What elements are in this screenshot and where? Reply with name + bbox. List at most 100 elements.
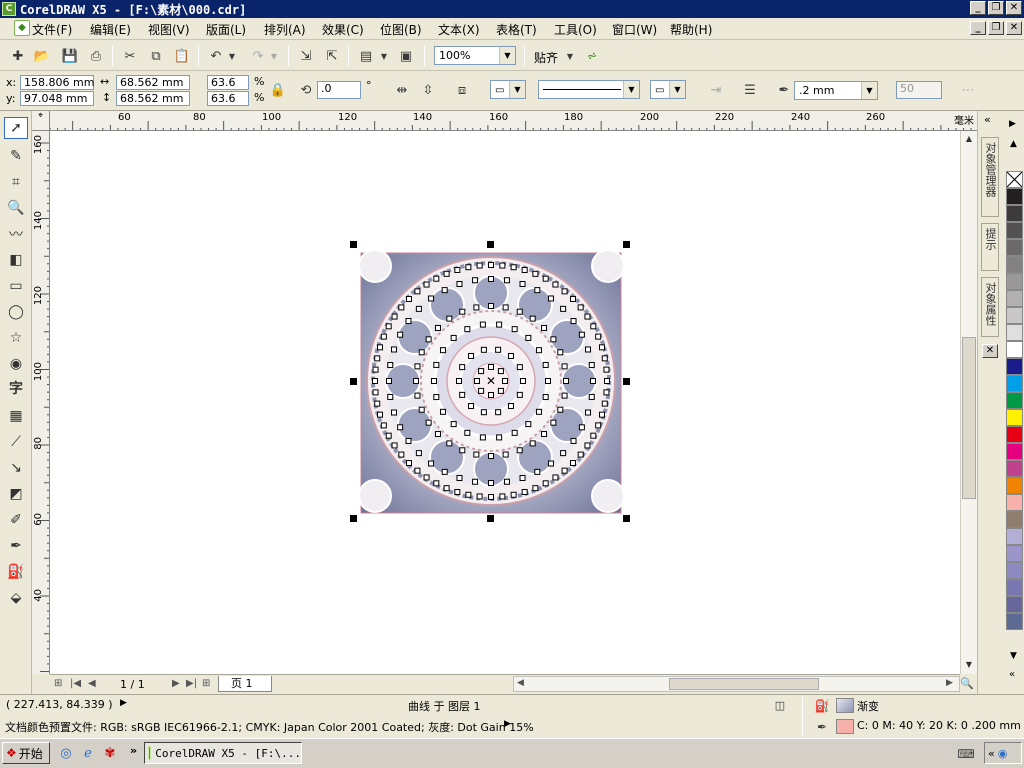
palette-scroll-up-icon[interactable]: ▶ xyxy=(1009,119,1016,129)
doc-restore-button[interactable]: ❐ xyxy=(988,21,1004,35)
import-icon[interactable]: ⇲ xyxy=(296,46,316,66)
color-swatch[interactable] xyxy=(1006,188,1023,205)
scroll-right-icon[interactable]: ▶ xyxy=(946,678,953,688)
outline-pen-status-icon[interactable]: ✒ xyxy=(812,717,832,737)
page-tab-1[interactable]: 页 1 xyxy=(218,676,272,692)
color-swatch[interactable] xyxy=(1006,307,1023,324)
add-page-before-icon[interactable]: ⊞ xyxy=(54,678,62,689)
selection-handle[interactable] xyxy=(623,515,630,522)
color-proof-icon[interactable]: ◫ xyxy=(770,695,790,715)
new-document-icon[interactable]: ✚ xyxy=(8,46,28,66)
horizontal-scroll-thumb[interactable] xyxy=(669,678,819,690)
color-swatch[interactable] xyxy=(1006,426,1023,443)
menu-effects[interactable]: 效果(C) xyxy=(322,21,364,38)
document-icon[interactable]: ◆ xyxy=(14,20,30,36)
close-button[interactable]: ✕ xyxy=(1006,1,1022,15)
copy-icon[interactable]: ⧉ xyxy=(146,46,166,66)
object-properties-tab[interactable]: 对象属性 xyxy=(981,277,999,337)
welcome-screen-icon[interactable]: ▣ xyxy=(396,46,416,66)
undo-icon[interactable]: ↶ xyxy=(206,46,226,66)
launcher-dropdown-icon[interactable]: ▼ xyxy=(378,46,390,66)
color-swatch[interactable] xyxy=(1006,528,1023,545)
scale-width-field[interactable]: 63.6 xyxy=(207,75,249,90)
vertical-ruler[interactable]: 160 140 120 100 80 60 40 xyxy=(32,131,50,674)
eyedropper-tool-icon[interactable]: ✐ xyxy=(4,509,28,531)
first-page-icon[interactable]: |◀ xyxy=(70,678,81,689)
expand-status-icon[interactable]: ▶ xyxy=(120,698,127,708)
freehand-tool-icon[interactable]: 〰 xyxy=(4,223,28,245)
y-position-field[interactable]: 97.048 mm xyxy=(20,91,94,106)
outline-width-combo[interactable]: .2 mm ▼ xyxy=(794,81,878,100)
color-swatch[interactable] xyxy=(1006,562,1023,579)
snap-to-button[interactable]: 贴齐 xyxy=(534,49,558,66)
export-icon[interactable]: ⇱ xyxy=(322,46,342,66)
vertical-scroll-thumb[interactable] xyxy=(962,337,976,499)
add-page-after-icon[interactable]: ⊞ xyxy=(202,678,210,689)
mitre-limit-field[interactable]: 50 xyxy=(896,81,942,99)
interactive-fill-tool-icon[interactable]: ⬙ xyxy=(4,587,28,609)
collapse-dockers-icon[interactable]: « xyxy=(984,113,991,126)
connector-tool-icon[interactable]: ↘ xyxy=(4,457,28,479)
scroll-down-icon[interactable]: ▼ xyxy=(962,658,976,672)
selection-handle[interactable] xyxy=(487,241,494,248)
open-folder-icon[interactable]: 📂 xyxy=(32,46,52,66)
width-field[interactable]: 68.562 mm xyxy=(116,75,190,90)
print-icon[interactable]: ⎙ xyxy=(86,46,106,66)
snap-dropdown-icon[interactable]: ▼ xyxy=(564,46,576,66)
vertical-scrollbar[interactable]: ▲ ▼ xyxy=(960,131,977,674)
scale-height-field[interactable]: 63.6 xyxy=(207,91,249,106)
menu-bitmaps[interactable]: 位图(B) xyxy=(380,21,422,38)
chevron-down-icon[interactable]: ▼ xyxy=(499,47,515,64)
rectangle-tool-icon[interactable]: ▭ xyxy=(4,275,28,297)
ruler-origin-icon[interactable]: ⌖ xyxy=(32,111,50,131)
convert-to-curves-icon[interactable]: ⋯ xyxy=(958,80,978,100)
crop-tool-icon[interactable]: ⌗ xyxy=(4,171,28,193)
line-style-combo[interactable]: ▼ xyxy=(538,80,640,99)
color-swatch[interactable] xyxy=(1006,409,1023,426)
profile-expand-icon[interactable]: ▶ xyxy=(504,719,511,729)
menu-window[interactable]: 窗口(W) xyxy=(612,21,657,38)
text-wrap-icon[interactable]: ☰ xyxy=(740,80,760,100)
palette-expand-icon[interactable]: « xyxy=(1009,669,1015,680)
zoom-level-combo[interactable]: 100% ▼ xyxy=(434,46,516,65)
outline-pen-icon[interactable]: ✒ xyxy=(774,80,794,100)
color-swatch[interactable] xyxy=(1006,596,1023,613)
menu-view[interactable]: 视图(V) xyxy=(148,21,190,38)
restore-button[interactable]: ❐ xyxy=(988,1,1004,15)
selection-handle[interactable] xyxy=(350,241,357,248)
height-field[interactable]: 68.562 mm xyxy=(116,91,190,106)
cut-icon[interactable]: ✂ xyxy=(120,46,140,66)
color-swatch[interactable] xyxy=(1006,256,1023,273)
menu-arrange[interactable]: 排列(A) xyxy=(264,21,306,38)
outline-tool-icon[interactable]: ✒ xyxy=(4,535,28,557)
mirror-vertical-icon[interactable]: ⇳ xyxy=(418,80,438,100)
color-profile-info[interactable]: 文档颜色预置文件: RGB: sRGB IEC61966-2.1; CMYK: … xyxy=(5,719,534,735)
app-shortcut-icon[interactable]: ✾ xyxy=(100,743,120,763)
redo-icon[interactable]: ↷ xyxy=(248,46,268,66)
palette-scroll-down-icon[interactable]: ▼ xyxy=(1010,651,1017,661)
rotate-icon[interactable]: ⟲ xyxy=(296,80,316,100)
menu-help[interactable]: 帮助(H) xyxy=(670,21,712,38)
menu-file[interactable]: 文件(F) xyxy=(32,21,72,38)
minimize-button[interactable]: _ xyxy=(970,1,986,15)
color-swatch[interactable] xyxy=(1006,205,1023,222)
fill-bucket-icon[interactable]: ⛽ xyxy=(812,696,832,716)
table-tool-icon[interactable]: ▦ xyxy=(4,405,28,427)
selection-handle[interactable] xyxy=(350,515,357,522)
fill-swatch[interactable] xyxy=(836,698,854,713)
object-manager-tab[interactable]: 对象管理器 xyxy=(981,137,999,217)
basic-shapes-tool-icon[interactable]: ◉ xyxy=(4,353,28,375)
docker-close-button[interactable]: ✕ xyxy=(982,344,998,358)
selection-handle[interactable] xyxy=(623,241,630,248)
undo-dropdown-icon[interactable]: ▼ xyxy=(226,46,238,66)
color-swatch[interactable] xyxy=(1006,460,1023,477)
application-launcher-icon[interactable]: ▤ xyxy=(356,46,376,66)
start-arrowhead-combo[interactable]: ▭ ▼ xyxy=(490,80,526,99)
shape-tool-icon[interactable]: ✎ xyxy=(4,145,28,167)
hints-tab[interactable]: 提示 xyxy=(981,223,999,271)
break-apart-icon[interactable]: ⇥ xyxy=(706,80,726,100)
color-swatch[interactable] xyxy=(1006,511,1023,528)
doc-close-button[interactable]: ✕ xyxy=(1006,21,1022,35)
horizontal-scrollbar[interactable]: ◀ ▶ xyxy=(513,676,960,692)
color-swatch[interactable] xyxy=(1006,579,1023,596)
